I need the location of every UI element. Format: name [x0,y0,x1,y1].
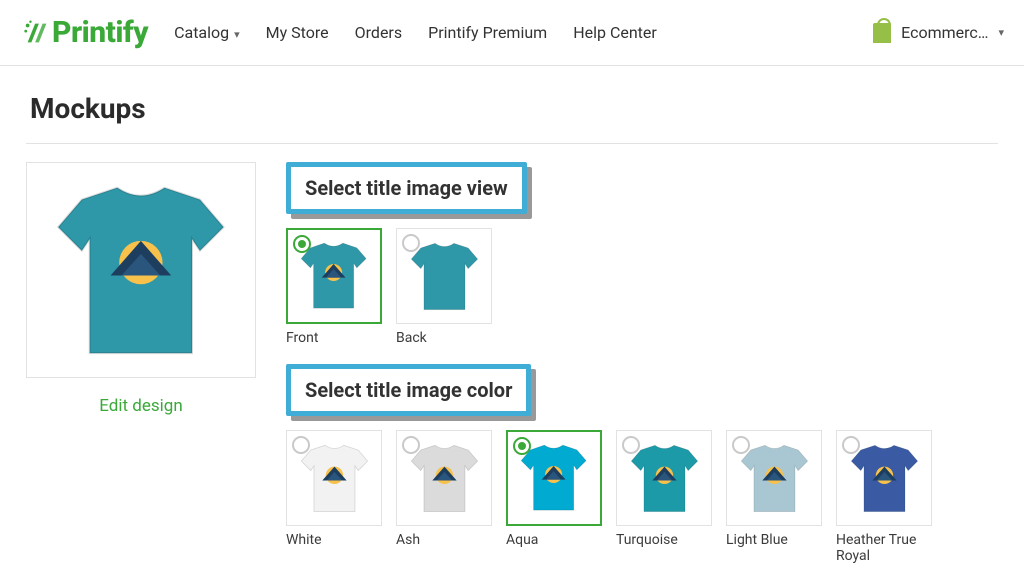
radio-icon [732,436,750,454]
color-label: Heather True Royal [836,532,932,564]
color-label: Aqua [506,532,602,548]
edit-design-link[interactable]: Edit design [26,396,256,416]
view-section-header: Select title image view [286,162,527,214]
radio-icon [293,235,311,253]
printify-logo-icon [22,18,52,48]
top-nav: Printify Catalog My Store Orders Printif… [0,0,1024,66]
color-options-row: White Ash Aqua Turquoise Light Blue Heather T… [286,430,998,564]
view-tile[interactable] [286,228,382,324]
mockups-page: Mockups Edit design Select title image v… [0,92,1024,564]
brand-name: Printify [52,15,148,50]
color-option: Heather True Royal [836,430,932,564]
color-section-header: Select title image color [286,364,531,416]
color-option: Light Blue [726,430,822,564]
color-option: White [286,430,382,564]
store-name: Ecommerc… [901,23,988,42]
preview-box [26,162,256,378]
nav-links: Catalog My Store Orders Printify Premium… [174,23,657,42]
nav-orders[interactable]: Orders [355,23,402,42]
view-option: Front [286,228,382,346]
radio-icon [513,437,531,455]
view-label: Back [396,330,492,346]
color-tile[interactable] [506,430,602,526]
color-label: Turquoise [616,532,712,548]
view-option: Back [396,228,492,346]
color-tile[interactable] [726,430,822,526]
store-switcher[interactable]: Ecommerc… ▾ [873,23,1004,43]
color-tile[interactable] [396,430,492,526]
logo[interactable]: Printify [22,15,148,50]
preview-tshirt [36,172,246,369]
color-option: Ash [396,430,492,564]
radio-icon [622,436,640,454]
color-option: Aqua [506,430,602,564]
radio-icon [842,436,860,454]
color-tile[interactable] [836,430,932,526]
nav-help[interactable]: Help Center [573,23,657,42]
selection-column: Select title image view Front Back Select… [286,162,998,564]
shopify-icon [873,23,891,43]
preview-column: Edit design [26,162,256,416]
nav-mystore[interactable]: My Store [266,23,329,42]
view-options-row: Front Back [286,228,998,346]
page-title: Mockups [30,92,998,125]
nav-catalog[interactable]: Catalog [174,23,240,42]
radio-icon [402,234,420,252]
radio-icon [292,436,310,454]
view-label: Front [286,330,382,346]
color-label: Light Blue [726,532,822,548]
chevron-down-icon: ▾ [998,26,1004,39]
color-tile[interactable] [286,430,382,526]
color-label: White [286,532,382,548]
divider [26,143,998,144]
color-label: Ash [396,532,492,548]
color-tile[interactable] [616,430,712,526]
view-tile[interactable] [396,228,492,324]
nav-premium[interactable]: Printify Premium [428,23,547,42]
color-option: Turquoise [616,430,712,564]
radio-icon [402,436,420,454]
